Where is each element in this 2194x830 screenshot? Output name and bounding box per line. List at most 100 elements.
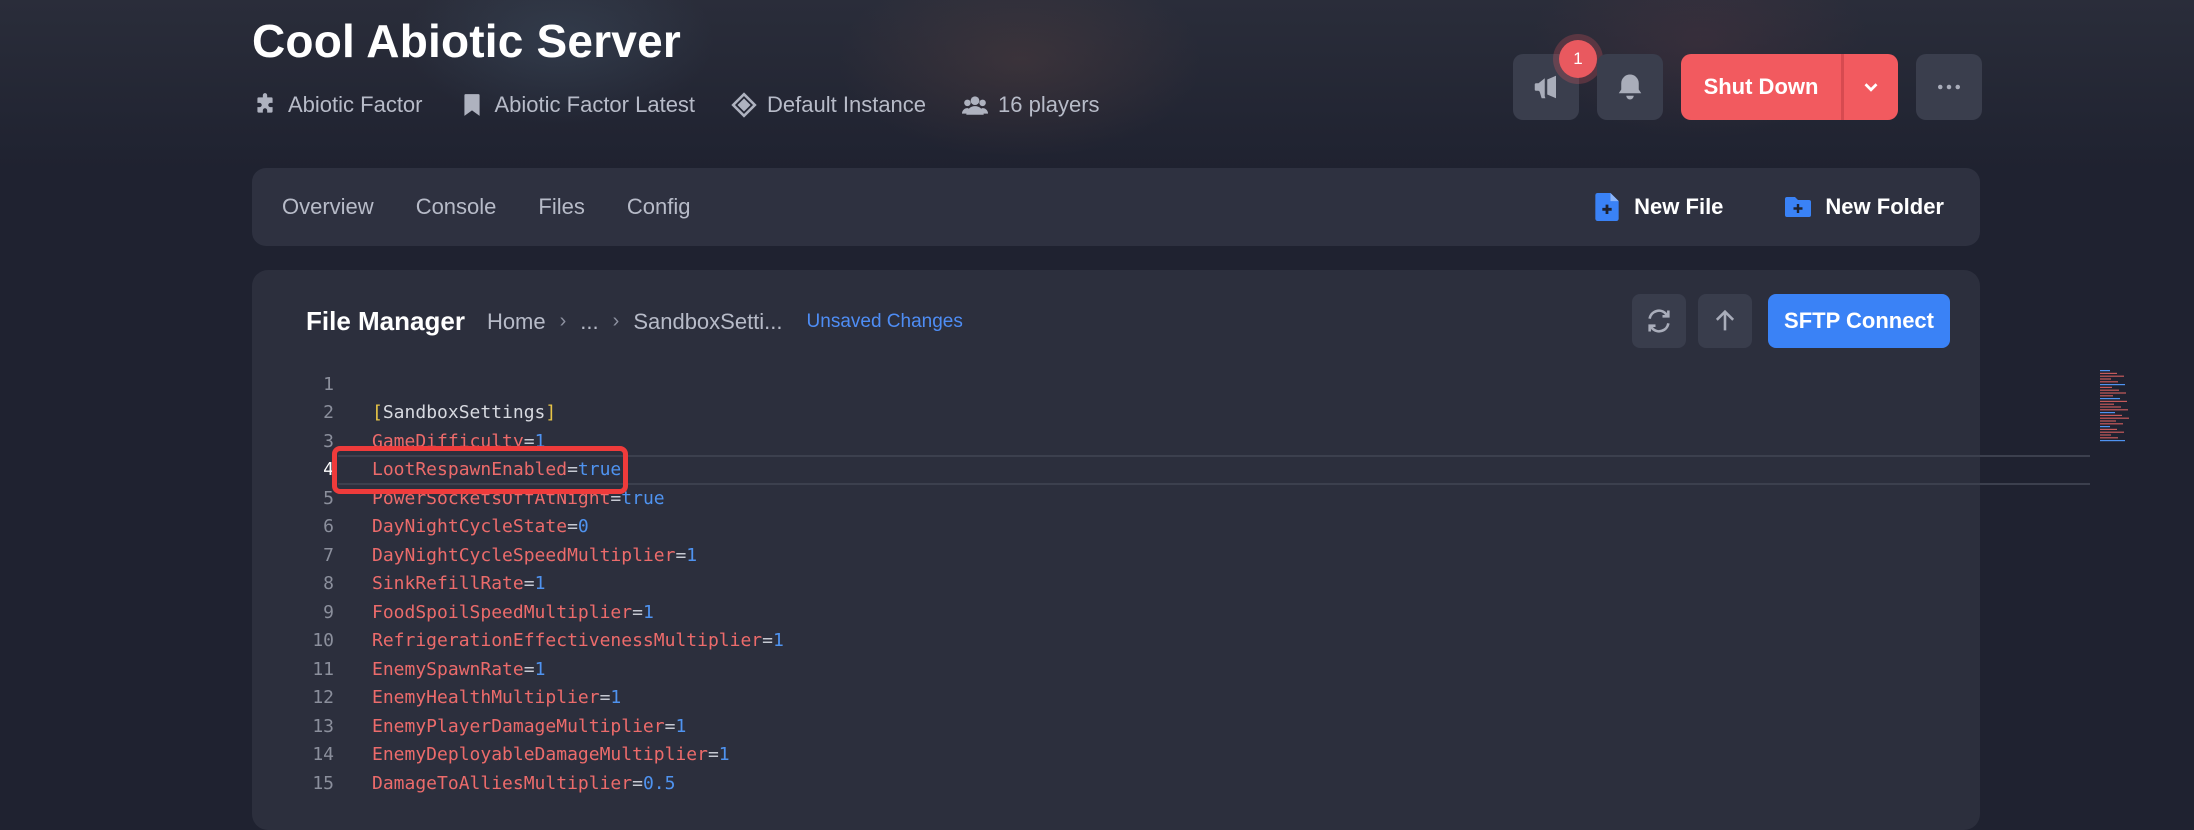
editor-line[interactable]: 10 RefrigerationEffectivenessMultiplier=1 — [276, 627, 2076, 656]
setting-value: 0 — [577, 516, 589, 538]
setting-key: DamageToAlliesMultiplier — [372, 772, 633, 794]
ellipsis-icon — [1938, 84, 1960, 90]
line-code: DayNightCycleSpeedMultiplier=1 — [372, 545, 697, 566]
editor-line[interactable]: 15 DamageToAlliesMultiplier=0.5 — [276, 769, 2076, 798]
editor-line[interactable]: 6 DayNightCycleState=0 — [276, 513, 2076, 542]
meta-version: Abiotic Factor Latest — [459, 92, 695, 118]
breadcrumb-current-file[interactable]: SandboxSetti... — [633, 309, 782, 335]
minimap-line — [2100, 412, 2115, 414]
setting-key: EnemySpawnRate — [372, 658, 524, 680]
setting-equals: = — [762, 630, 773, 652]
line-code: FoodSpoilSpeedMultiplier=1 — [372, 602, 654, 623]
editor-line[interactable]: 1 — [276, 370, 2076, 399]
more-options-button[interactable] — [1916, 54, 1982, 120]
breadcrumb-home[interactable]: Home — [487, 309, 546, 335]
minimap-line — [2100, 378, 2111, 380]
file-manager-title: File Manager — [306, 306, 465, 336]
server-title: Cool Abiotic Server — [252, 15, 681, 67]
editor-line[interactable]: 13 EnemyPlayerDamageMultiplier=1 — [276, 712, 2076, 741]
new-file-button[interactable]: New File — [1594, 193, 1723, 221]
meta-players: 16 players — [962, 92, 1100, 118]
setting-value: true — [621, 487, 665, 509]
breadcrumb-ellipsis[interactable]: ... — [580, 309, 598, 335]
setting-equals: = — [664, 715, 676, 737]
line-number: 5 — [323, 487, 334, 509]
minimap-line — [2100, 392, 2126, 394]
line-code: DayNightCycleState=0 — [372, 516, 589, 537]
setting-equals: = — [707, 744, 719, 766]
setting-key: EnemyDeployableDamageMultiplier — [372, 744, 708, 766]
setting-key: SinkRefillRate — [372, 573, 524, 595]
line-code: EnemyPlayerDamageMultiplier=1 — [372, 716, 686, 737]
setting-key: EnemyPlayerDamageMultiplier — [372, 715, 665, 737]
setting-value: 0.5 — [642, 772, 676, 794]
setting-value: 1 — [534, 573, 546, 595]
line-number: 15 — [312, 772, 334, 794]
setting-key: DayNightCycleSpeedMultiplier — [372, 544, 676, 566]
editor-line[interactable]: 7 DayNightCycleSpeedMultiplier=1 — [276, 541, 2076, 570]
line-code: EnemySpawnRate=1 — [372, 659, 545, 680]
setting-equals: = — [523, 658, 535, 680]
minimap-line — [2100, 406, 2121, 408]
line-number: 11 — [312, 658, 334, 680]
line-code: EnemyDeployableDamageMultiplier=1 — [372, 744, 730, 765]
minimap-line — [2100, 375, 2124, 377]
announcements-button[interactable]: 1 — [1513, 40, 1597, 120]
shut-down-group: Shut Down — [1681, 54, 1898, 120]
line-number: 2 — [323, 402, 334, 424]
refresh-button[interactable] — [1632, 294, 1687, 348]
minimap-line — [2100, 403, 2114, 405]
sftp-connect-button[interactable]: SFTP Connect — [1768, 294, 1950, 348]
new-folder-icon — [1785, 197, 1812, 217]
editor-line[interactable]: 14 EnemyDeployableDamageMultiplier=1 — [276, 741, 2076, 770]
code-editor[interactable]: 1 2 [SandboxSettings] 3 GameDifficulty=1 4 Loo… — [252, 370, 2129, 830]
notifications-button[interactable] — [1597, 54, 1663, 120]
line-number: 13 — [312, 715, 334, 737]
chevron-down-icon — [1864, 83, 1878, 92]
file-manager-header: File Manager Home › ... › SandboxSetti..… — [306, 306, 963, 337]
line-number: 1 — [323, 373, 334, 395]
up-directory-button[interactable] — [1698, 294, 1753, 348]
setting-equals: = — [599, 687, 611, 709]
line-code: DamageToAlliesMultiplier=0.5 — [372, 773, 675, 794]
editor-line[interactable]: 9 FoodSpoilSpeedMultiplier=1 — [276, 598, 2076, 627]
line-code: [SandboxSettings] — [372, 402, 556, 423]
editor-line[interactable]: 12 EnemyHealthMultiplier=1 — [276, 684, 2076, 713]
setting-key: FoodSpoilSpeedMultiplier — [372, 601, 633, 623]
setting-value: 1 — [534, 658, 546, 680]
editor-line[interactable]: 8 SinkRefillRate=1 — [276, 570, 2076, 599]
setting-key: DayNightCycleState — [372, 516, 568, 538]
arrow-up-icon — [1715, 309, 1735, 331]
editor-line[interactable]: 2 [SandboxSettings] — [276, 399, 2076, 428]
unsaved-changes-indicator: Unsaved Changes — [806, 310, 963, 332]
annotation-highlight-box — [332, 446, 628, 494]
editor-line[interactable]: 11 EnemySpawnRate=1 — [276, 655, 2076, 684]
shut-down-button[interactable]: Shut Down — [1681, 54, 1841, 120]
setting-equals: = — [632, 601, 643, 623]
minimap-line — [2100, 398, 2120, 400]
minimap-line — [2100, 386, 2112, 388]
setting-value: 1 — [718, 744, 730, 766]
minimap-line — [2100, 417, 2129, 419]
tab-console[interactable]: Console — [416, 194, 497, 220]
editor-minimap[interactable] — [2100, 370, 2140, 450]
minimap-line — [2100, 372, 2117, 374]
setting-value: 1 — [772, 630, 784, 652]
line-number: 14 — [312, 744, 334, 766]
line-number: 8 — [323, 573, 334, 595]
minimap-line — [2100, 384, 2125, 386]
new-file-label: New File — [1634, 194, 1724, 219]
line-number: 9 — [323, 601, 334, 623]
section-name: SandboxSettings — [382, 402, 546, 424]
tab-config[interactable]: Config — [627, 194, 691, 220]
new-folder-button[interactable]: New Folder — [1785, 193, 1944, 221]
layers-icon — [731, 92, 757, 118]
line-code: RefrigerationEffectivenessMultiplier=1 — [372, 630, 784, 651]
server-navbar: Overview Console Files Config New File N… — [252, 168, 1980, 246]
minimap-line — [2100, 437, 2118, 439]
nav-tabs: Overview Console Files Config — [252, 194, 690, 220]
tab-files[interactable]: Files — [538, 194, 584, 220]
tab-overview[interactable]: Overview — [282, 194, 374, 220]
line-number: 4 — [323, 459, 334, 481]
shut-down-dropdown[interactable] — [1841, 54, 1898, 120]
